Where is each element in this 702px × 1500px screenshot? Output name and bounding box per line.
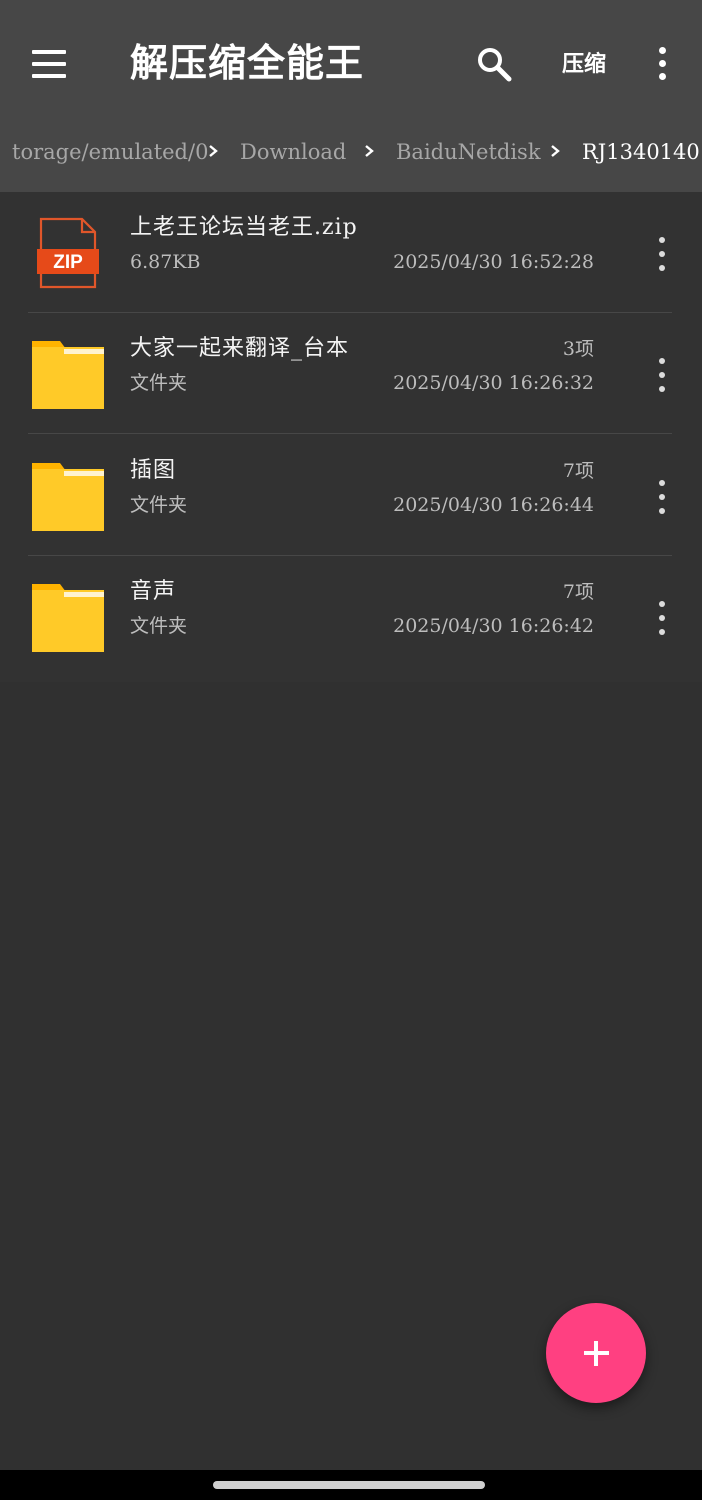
app-bar: 解压缩全能王 压缩 <box>0 0 702 127</box>
folder-type-label: 文件夹 <box>130 372 188 394</box>
system-nav-bar <box>0 1470 702 1500</box>
item-more-icon[interactable] <box>648 598 676 638</box>
file-date: 2025/04/30 16:52:28 <box>393 251 594 273</box>
list-item[interactable]: ZIP 上老王论坛当老王.zip 6.87KB 2025/04/30 16:52… <box>0 192 702 313</box>
compress-button[interactable]: 压缩 <box>556 46 612 82</box>
folder-icon <box>28 580 108 656</box>
item-count: 7项 <box>562 460 594 482</box>
folder-name: 插图 <box>130 458 177 483</box>
zip-badge-label: ZIP <box>53 252 83 273</box>
add-fab-button[interactable] <box>546 1303 646 1403</box>
folder-name: 大家一起来翻译_台本 <box>130 336 350 361</box>
hamburger-menu-icon[interactable] <box>30 46 70 82</box>
zip-file-icon: ZIP <box>28 216 108 292</box>
file-name: 上老王论坛当老王.zip <box>130 215 358 240</box>
item-more-icon[interactable] <box>648 234 676 274</box>
folder-name: 音声 <box>130 579 177 604</box>
folder-icon <box>28 337 108 413</box>
plus-icon-stroke <box>594 1341 598 1366</box>
file-size: 6.87KB <box>130 251 201 273</box>
breadcrumb: torage/emulated/0 Download BaiduNetdisk … <box>0 127 702 192</box>
file-list: ZIP 上老王论坛当老王.zip 6.87KB 2025/04/30 16:52… <box>0 192 702 682</box>
folder-icon <box>28 459 108 535</box>
item-more-icon[interactable] <box>648 477 676 517</box>
chevron-right-icon <box>209 145 218 157</box>
item-count: 7项 <box>562 581 594 603</box>
search-icon[interactable] <box>472 42 516 86</box>
breadcrumb-item-storage[interactable]: torage/emulated/0 <box>12 137 208 167</box>
file-date: 2025/04/30 16:26:44 <box>393 494 594 516</box>
breadcrumb-item-baidunetdisk[interactable]: BaiduNetdisk <box>396 137 541 167</box>
chevron-right-icon <box>551 145 560 157</box>
app-title: 解压缩全能王 <box>130 40 365 85</box>
home-indicator[interactable] <box>213 1481 485 1489</box>
divider <box>28 433 672 434</box>
vertical-dots-icon[interactable] <box>648 44 676 84</box>
app-screen: 解压缩全能王 压缩 torage/emulated/0 Download Bai… <box>0 0 702 1470</box>
file-date: 2025/04/30 16:26:32 <box>393 372 594 394</box>
breadcrumb-item-current[interactable]: RJ1340140 <box>582 137 700 167</box>
list-item[interactable]: 音声 7项 文件夹 2025/04/30 16:26:42 <box>0 556 702 677</box>
list-item[interactable]: 插图 7项 文件夹 2025/04/30 16:26:44 <box>0 435 702 556</box>
folder-type-label: 文件夹 <box>130 494 188 516</box>
item-more-icon[interactable] <box>648 355 676 395</box>
folder-type-label: 文件夹 <box>130 615 188 637</box>
chevron-right-icon <box>365 145 374 157</box>
list-item[interactable]: 大家一起来翻译_台本 3项 文件夹 2025/04/30 16:26:32 <box>0 313 702 434</box>
file-date: 2025/04/30 16:26:42 <box>393 615 594 637</box>
item-count: 3项 <box>562 338 594 360</box>
breadcrumb-item-download[interactable]: Download <box>240 137 346 167</box>
